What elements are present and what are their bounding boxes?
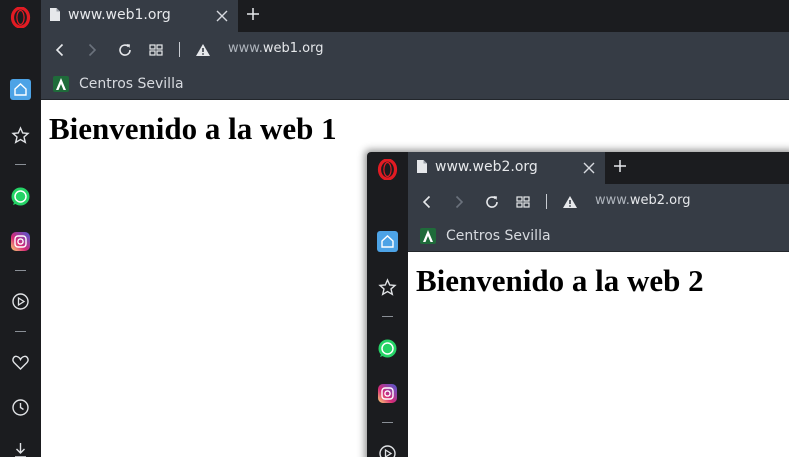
address-bar[interactable]: www.web2.org	[595, 193, 690, 208]
history-icon[interactable]	[10, 397, 31, 418]
page-heading: Bienvenido a la web 1	[49, 111, 337, 146]
bookmark-label: Centros Sevilla	[446, 228, 551, 244]
close-tab-icon[interactable]	[215, 9, 229, 23]
tab-web1[interactable]: www.web1.org	[41, 0, 238, 32]
new-tab-icon[interactable]	[246, 7, 260, 21]
sidebar-divider	[15, 331, 26, 332]
tab-strip: www.web1.org	[41, 0, 789, 32]
address-domain: web2.org	[629, 193, 691, 208]
address-domain: web1.org	[262, 41, 324, 56]
toolbar: www.web1.org	[41, 32, 789, 68]
star-icon[interactable]	[377, 277, 398, 298]
browser-window-web2: www.web2.org www.web2.org Centros Sevill…	[367, 152, 789, 457]
heart-icon[interactable]	[10, 352, 31, 373]
document-icon	[50, 8, 60, 21]
warning-icon[interactable]	[562, 194, 578, 210]
tab-title: www.web2.org	[435, 159, 538, 175]
sidebar-divider	[15, 270, 26, 271]
whatsapp-icon[interactable]	[377, 338, 398, 359]
address-bar[interactable]: www.web1.org	[228, 41, 323, 56]
whatsapp-icon[interactable]	[10, 186, 31, 207]
bookmark-centros-sevilla[interactable]: Centros Sevilla	[53, 75, 184, 93]
document-icon	[417, 160, 427, 173]
toolbar: www.web2.org	[408, 184, 789, 220]
bookmarks-bar: Centros Sevilla	[41, 68, 789, 100]
instagram-icon[interactable]	[10, 231, 31, 252]
tabs-grid-icon[interactable]	[515, 194, 531, 210]
bookmark-favicon-icon	[420, 228, 436, 244]
home-icon[interactable]	[10, 79, 31, 100]
sidebar	[0, 0, 41, 457]
opera-logo-icon[interactable]	[10, 7, 31, 28]
star-icon[interactable]	[10, 125, 31, 146]
address-prefix: www.	[595, 193, 630, 208]
sidebar-divider	[382, 422, 393, 423]
instagram-icon[interactable]	[377, 383, 398, 404]
bookmarks-bar: Centros Sevilla	[408, 220, 789, 252]
bookmark-favicon-icon	[53, 76, 69, 92]
bookmark-label: Centros Sevilla	[79, 76, 184, 92]
download-icon[interactable]	[10, 440, 31, 457]
player-icon[interactable]	[377, 443, 398, 457]
toolbar-separator	[546, 194, 547, 209]
tabs-grid-icon[interactable]	[148, 42, 164, 58]
forward-icon[interactable]	[84, 42, 100, 58]
back-icon[interactable]	[419, 194, 435, 210]
forward-icon[interactable]	[451, 194, 467, 210]
home-icon[interactable]	[377, 231, 398, 252]
back-icon[interactable]	[52, 42, 68, 58]
tab-title: www.web1.org	[68, 7, 171, 23]
bookmark-centros-sevilla[interactable]: Centros Sevilla	[420, 227, 551, 245]
new-tab-icon[interactable]	[613, 159, 627, 173]
toolbar-separator	[179, 42, 180, 57]
page-heading: Bienvenido a la web 2	[416, 263, 704, 298]
address-prefix: www.	[228, 41, 263, 56]
close-tab-icon[interactable]	[582, 161, 596, 175]
player-icon[interactable]	[10, 291, 31, 312]
opera-logo-icon[interactable]	[377, 159, 398, 180]
reload-icon[interactable]	[117, 42, 133, 58]
tab-strip: www.web2.org	[408, 152, 789, 184]
reload-icon[interactable]	[484, 194, 500, 210]
warning-icon[interactable]	[195, 42, 211, 58]
sidebar-divider	[382, 316, 393, 317]
sidebar	[367, 152, 408, 457]
sidebar-divider	[15, 164, 26, 165]
page-content: Bienvenido a la web 2	[408, 253, 789, 457]
tab-web2[interactable]: www.web2.org	[408, 152, 605, 184]
